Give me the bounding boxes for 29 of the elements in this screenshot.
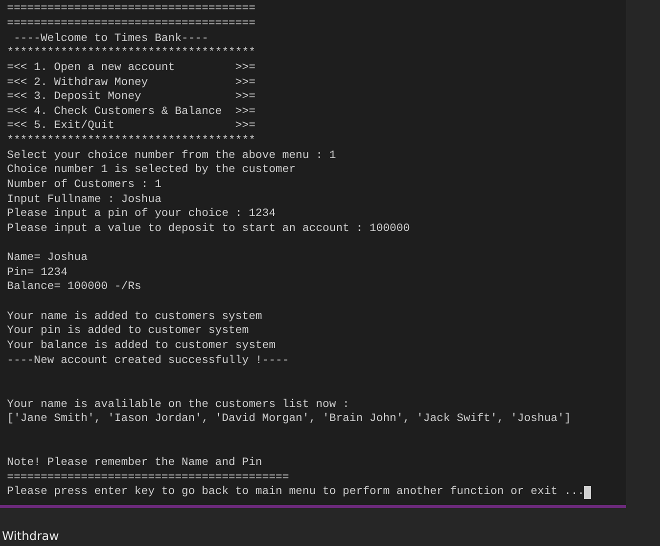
terminal-line: Choice number 1 is selected by the customer <box>7 164 296 176</box>
terminal-line: =<< 5. Exit/Quit >>= <box>7 120 256 132</box>
terminal-line: ----New account created successfully !---- <box>7 354 289 367</box>
terminal-line: ========================================== <box>7 472 289 484</box>
terminal-line: ----Welcome to Times Bank---- <box>12 32 208 45</box>
terminal-line: Input Fullname : Joshua <box>7 194 162 206</box>
terminal-line: =<< 3. Deposit Money >>= <box>7 91 256 104</box>
terminal-line: =<< 4. Check Customers & Balance >>= <box>7 106 256 118</box>
terminal-line: Your name is added to customers system <box>7 310 262 323</box>
terminal-line: Number of Customers : 1 <box>7 179 162 191</box>
terminal-line: ************************************* <box>7 47 256 60</box>
terminal-line: ['Jane Smith', 'Iason Jordan', 'David Morgan', 'Brain John', 'Jack Swift', 'Joshua'] <box>7 413 571 426</box>
terminal-line: =<< 1. Open a new account >>= <box>7 62 256 74</box>
terminal-line: Balance= 100000 -/Rs <box>7 281 142 294</box>
terminal-line: Select your choice number from the above menu : 1 <box>7 150 336 162</box>
terminal-line: Your pin is added to customer system <box>7 325 249 338</box>
terminal-line: ===================================== <box>7 18 256 30</box>
terminal-line: Note! Please remember the Name and Pin <box>7 457 262 470</box>
terminal-line: Please input a pin of your choice : 1234 <box>7 208 276 220</box>
terminal-line: Pin= 1234 <box>7 266 68 279</box>
terminal-line: Please input a value to deposit to start an account : 100000 <box>7 222 410 235</box>
terminal-line: Please press enter key to go back to main menu to perform another function or exit ... <box>7 486 584 498</box>
terminal-line: Name= Joshua <box>7 252 88 264</box>
terminal-line: ************************************* <box>7 135 256 148</box>
caption-text: Withdraw <box>2 529 59 545</box>
terminal-line: Your balance is added to customer system <box>7 340 276 352</box>
terminal-line: =<< 2. Withdraw Money >>= <box>7 76 256 89</box>
terminal-line: Your name is avalilable on the customers list now : <box>7 398 350 411</box>
terminal-line: ===================================== <box>7 3 256 16</box>
